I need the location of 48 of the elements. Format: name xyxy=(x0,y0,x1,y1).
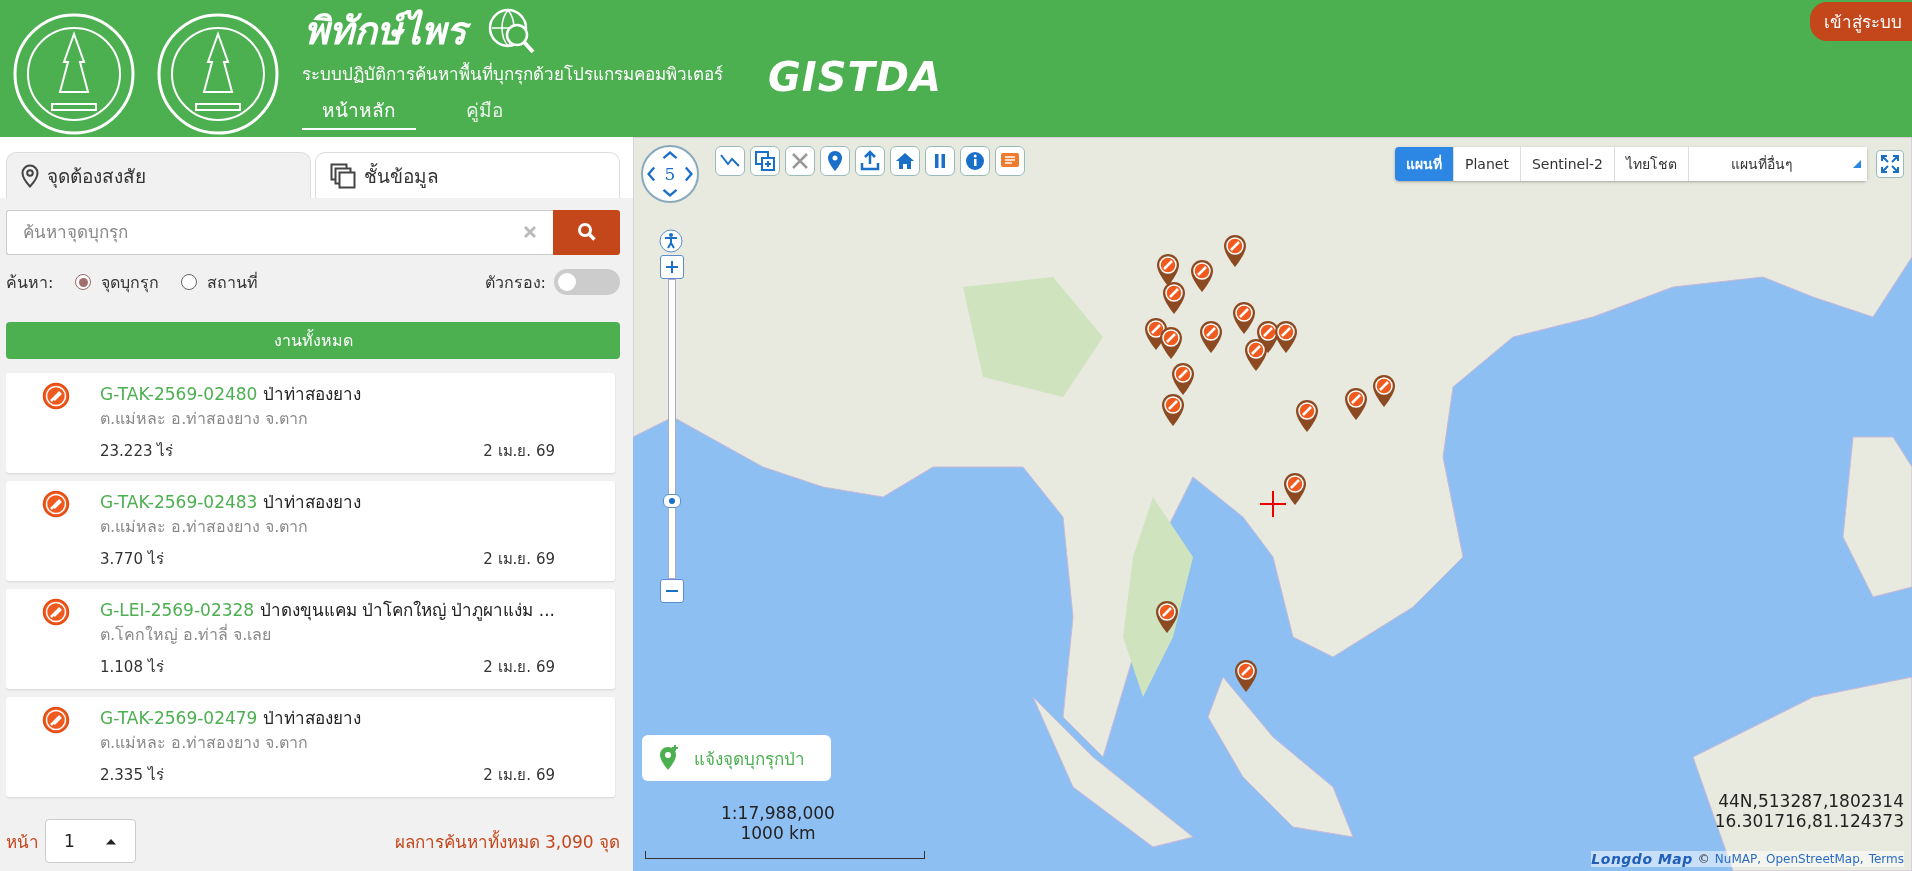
radio-label[interactable]: จุดบุกรุก xyxy=(101,269,160,295)
base-map-tab[interactable]: Sentinel-2 xyxy=(1520,147,1615,181)
attribution-link[interactable]: OpenStreetMap, xyxy=(1766,852,1864,866)
result-card[interactable]: G-LEI-2569-02328 ป่าดงขุนแคม ป่าโคกใหญ่ ป่าภูผาแง่ม ... ต.โคกใหญ่ อ.ท่าลี่ จ.เลย 1.108 ไร่ 2 เม.ย. 69 xyxy=(6,588,615,689)
search-field[interactable]: ค้นหาจุดบุกรุก xyxy=(6,210,553,255)
base-map-tab[interactable]: ไทยโชต xyxy=(1615,147,1689,181)
map-scale: 1:17,988,000 xyxy=(721,803,835,823)
result-title[interactable]: G-TAK-2569-02479 ป่าท่าสองยาง xyxy=(100,704,555,731)
attribution-link[interactable]: NuMAP, xyxy=(1714,852,1761,866)
base-map-tab[interactable]: Planet xyxy=(1454,147,1521,181)
result-area: 23.223 ไร่ xyxy=(100,438,174,463)
result-date: 2 เม.ย. 69 xyxy=(483,656,555,678)
result-location: ต.แม่หละ อ.ท่าสองยาง จ.ตาก xyxy=(100,407,310,430)
result-location: ต.โคกใหญ่ อ.ท่าลี่ จ.เลย xyxy=(100,623,273,646)
result-area: 3.770 ไร่ xyxy=(100,546,164,571)
total-results: ผลการค้นหาทั้งหมด 3,090 จุด xyxy=(394,829,620,855)
copyright-sign: © xyxy=(1697,852,1710,866)
attribution-link[interactable]: Terms xyxy=(1868,852,1904,866)
map-brand-logo[interactable]: Longdo Map xyxy=(1591,851,1693,867)
result-area: 2.335 ไร่ xyxy=(100,762,164,787)
map-coordinates: 16.301716,81.124373 xyxy=(1714,811,1904,831)
search-by-label: ค้นหา: xyxy=(6,271,54,294)
result-title[interactable]: G-TAK-2569-02480 ป่าท่าสองยาง xyxy=(100,380,555,407)
result-area: 1.108 ไร่ xyxy=(100,654,164,679)
partner-logo: GISTDA xyxy=(768,54,942,102)
result-card[interactable]: G-TAK-2569-02479 ป่าท่าสองยาง ต.แม่หละ อ.ท่าสองยาง จ.ตาก 2.335 ไร่ 2 เม.ย. 69 xyxy=(6,696,615,797)
scale-distance: 1000 km xyxy=(740,823,816,843)
login-button[interactable]: เข้าสู่ระบบ xyxy=(1810,2,1912,41)
result-title[interactable]: G-TAK-2569-02483 ป่าท่าสองยาง xyxy=(100,488,555,515)
result-card[interactable]: G-TAK-2569-02480 ป่าท่าสองยาง ต.แม่หละ อ.ท่าสองยาง จ.ตาก 23.223 ไร่ 2 เม.ย. 69 xyxy=(6,372,615,473)
app-subtitle: ระบบปฏิบัติการค้นหาพื้นที่บุกรุกด้วยโปรแกรมคอมพิวเตอร์ xyxy=(302,61,723,87)
result-title[interactable]: G-LEI-2569-02328 ป่าดงขุนแคม ป่าโคกใหญ่ ป่าภูผาแง่ม ... xyxy=(100,596,555,623)
app-title: พิทักษ์ไพร xyxy=(302,4,474,58)
result-date: 2 เม.ย. 69 xyxy=(483,764,555,786)
result-date: 2 เม.ย. 69 xyxy=(483,440,555,462)
filter-label: ตัวกรอง: xyxy=(484,271,546,294)
page-selector[interactable]: 1 xyxy=(45,819,136,864)
sidebar-tab[interactable]: จุดต้องสงสัย xyxy=(6,152,311,198)
base-map-tab[interactable]: แผนที่ xyxy=(1395,147,1454,181)
radio-label[interactable]: สถานที่ xyxy=(207,269,259,295)
map-coordinates: 44N,513287,1802314 xyxy=(1718,791,1904,811)
result-location: ต.แม่หละ อ.ท่าสองยาง จ.ตาก xyxy=(100,515,310,538)
sidebar-tab[interactable]: ชั้นข้อมูล xyxy=(315,152,620,198)
result-card[interactable]: G-TAK-2569-02483 ป่าท่าสองยาง ต.แม่หละ อ.ท่าสองยาง จ.ตาก 3.770 ไร่ 2 เม.ย. 69 xyxy=(6,480,615,581)
other-maps-dropdown[interactable]: แผนที่อื่นๆ xyxy=(1689,147,1867,181)
page-label: หน้า xyxy=(6,830,39,854)
result-location: ต.แม่หละ อ.ท่าสองยาง จ.ตาก xyxy=(100,731,310,754)
result-date: 2 เม.ย. 69 xyxy=(483,548,555,570)
